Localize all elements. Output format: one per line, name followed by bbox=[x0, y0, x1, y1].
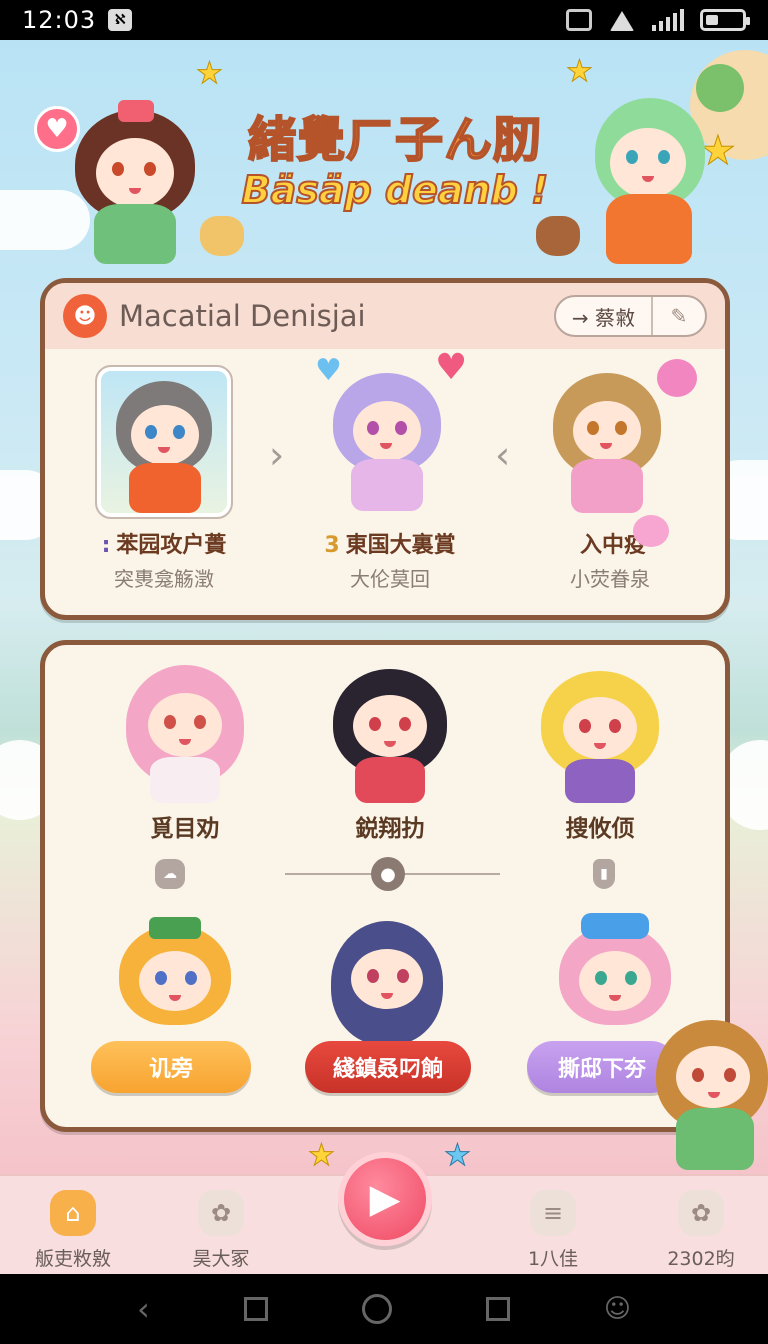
action-button-1[interactable]: 讥旁 bbox=[91, 1041, 251, 1093]
character-card[interactable]: 3 東国大裏賞 大伦莫回 bbox=[295, 367, 485, 592]
play-button[interactable]: ▶ bbox=[338, 1152, 432, 1246]
logo-line-2: Bäsäp deanb ! bbox=[241, 167, 550, 213]
heart-icon: ♥ bbox=[435, 347, 468, 388]
character-portrait bbox=[535, 665, 665, 805]
character-rank: 3 bbox=[324, 533, 340, 558]
character-label: 搜攸㑔 bbox=[565, 816, 635, 842]
panel-header: ☻ Macatial Denisjai → 蔡敹 ✎ bbox=[45, 283, 725, 349]
action-button-2[interactable]: 綫鎮叒叼餉 bbox=[305, 1041, 471, 1093]
character-portrait bbox=[115, 917, 235, 1047]
star-icon: ★ bbox=[566, 54, 594, 90]
nfc-icon: ℵ bbox=[108, 9, 133, 31]
game-logo: 緒覺ㄏ子ん肕 Bäsäp deanb ! bbox=[230, 100, 560, 213]
signal-icon bbox=[652, 9, 684, 31]
accessibility-icon[interactable]: ☺ bbox=[604, 1294, 631, 1324]
home-icon: ⌂ bbox=[50, 1190, 96, 1236]
nav-label: 2302昀 bbox=[667, 1248, 735, 1270]
share-button[interactable]: → 蔡敹 bbox=[556, 297, 653, 335]
shield-icon: ▮ bbox=[593, 859, 615, 889]
back-icon[interactable]: ‹ bbox=[137, 1290, 150, 1328]
banner-character-right bbox=[590, 88, 710, 268]
corner-character bbox=[652, 1010, 768, 1174]
cat-mascot bbox=[200, 216, 244, 256]
character-grid-panel: 覓目劝 鋭翔扐 搜攸㑔 ☁ ● ▮ 讥旁 綫鎮叒叼餉 撕邸下夯 bbox=[40, 640, 730, 1132]
character-portrait bbox=[95, 365, 233, 519]
nav-label: 昊大冢 bbox=[192, 1248, 250, 1270]
wifi-icon bbox=[608, 9, 636, 31]
status-time: 12:03 bbox=[22, 6, 97, 34]
character-name: 3 東国大裏賞 bbox=[295, 527, 485, 559]
star-icon: ★ bbox=[444, 1138, 472, 1174]
character-name-text: 苯园攻户蕢 bbox=[116, 533, 227, 558]
smile-icon: ☻ bbox=[63, 294, 107, 338]
character-card[interactable]: : 苯园攻户蕢 突軣龛觞澂 bbox=[69, 365, 259, 592]
battery-icon bbox=[700, 9, 750, 31]
character-label: 覓目劝 bbox=[150, 816, 220, 842]
balloon-face bbox=[696, 64, 744, 112]
character-rank: : bbox=[101, 533, 111, 558]
vibrate-icon bbox=[566, 9, 592, 31]
character-portrait bbox=[325, 665, 455, 805]
character-portrait bbox=[543, 367, 677, 517]
recents-icon[interactable] bbox=[485, 1297, 510, 1321]
character-portrait bbox=[323, 367, 457, 517]
character-portrait bbox=[120, 665, 250, 805]
speech-bubble-icon bbox=[633, 515, 669, 547]
nav-item-home[interactable]: ⌂ 舨吏敉敫 bbox=[8, 1190, 138, 1271]
panel-tools: → 蔡敹 ✎ bbox=[553, 295, 707, 337]
home-circle-icon[interactable] bbox=[361, 1294, 392, 1324]
banner-character-left bbox=[70, 100, 200, 270]
nav-label: 舨吏敉敫 bbox=[34, 1248, 111, 1270]
character-subtitle: 小荧眷泉 bbox=[570, 567, 650, 591]
cat-mascot bbox=[536, 216, 580, 256]
chevron-right-icon[interactable]: › bbox=[269, 433, 284, 477]
user-icon: ● bbox=[371, 857, 405, 891]
cat-face-icon bbox=[657, 359, 697, 397]
system-nav-bar: ‹ ☺ bbox=[0, 1274, 768, 1344]
character-label: 鋭翔扐 bbox=[355, 816, 425, 842]
character-select-panel: ☻ Macatial Denisjai → 蔡敹 ✎ : 苯园攻户蕢 突軣龛觞澂 … bbox=[40, 278, 730, 620]
panel-title: Macatial Denisjai bbox=[119, 299, 366, 333]
stack-icon: ≡ bbox=[530, 1190, 576, 1236]
character-subtitle: 突軣龛觞澂 bbox=[114, 567, 214, 591]
pencil-icon[interactable]: ✎ bbox=[653, 304, 705, 328]
character-subtitle: 大伦莫回 bbox=[350, 567, 430, 591]
character-name-text: 東国大裏賞 bbox=[345, 533, 456, 558]
star-icon: ★ bbox=[196, 56, 224, 92]
character-slot[interactable]: 鋭翔扐 bbox=[290, 665, 490, 843]
character-slot[interactable]: 搜攸㑔 bbox=[500, 665, 700, 843]
character-slot[interactable]: 覓目劝 bbox=[85, 665, 285, 843]
character-name: : 苯园攻户蕢 bbox=[69, 527, 259, 559]
chevron-left-icon[interactable]: ‹ bbox=[495, 433, 510, 477]
character-card[interactable]: 入中疫 小荧眷泉 bbox=[515, 367, 705, 592]
nav-item-2[interactable]: ✿ 昊大冢 bbox=[156, 1190, 286, 1271]
star-icon: ★ bbox=[308, 1138, 336, 1174]
character-portrait bbox=[327, 915, 447, 1045]
status-bar: 12:03 ℵ bbox=[0, 0, 768, 40]
flower-icon: ✿ bbox=[198, 1190, 244, 1236]
play-icon: ▶ bbox=[369, 1176, 401, 1222]
game-screen: ♥ ★ ★ ★ ★ ★ 緒覺ㄏ子ん肕 Bäsäp deanb ! ☻ Macat… bbox=[0, 40, 768, 1274]
character-name: 入中疫 bbox=[515, 527, 705, 559]
square-icon[interactable] bbox=[243, 1297, 268, 1321]
nav-item-3[interactable]: ≡ 1八佳 bbox=[488, 1190, 618, 1271]
heart-icon: ♥ bbox=[315, 353, 342, 388]
logo-line-1: 緒覺ㄏ子ん肕 bbox=[247, 111, 542, 169]
flower-icon: ✿ bbox=[678, 1190, 724, 1236]
nav-label: 1八佳 bbox=[527, 1248, 579, 1270]
cloud-icon: ☁ bbox=[155, 859, 185, 889]
nav-item-4[interactable]: ✿ 2302昀 bbox=[636, 1190, 766, 1271]
